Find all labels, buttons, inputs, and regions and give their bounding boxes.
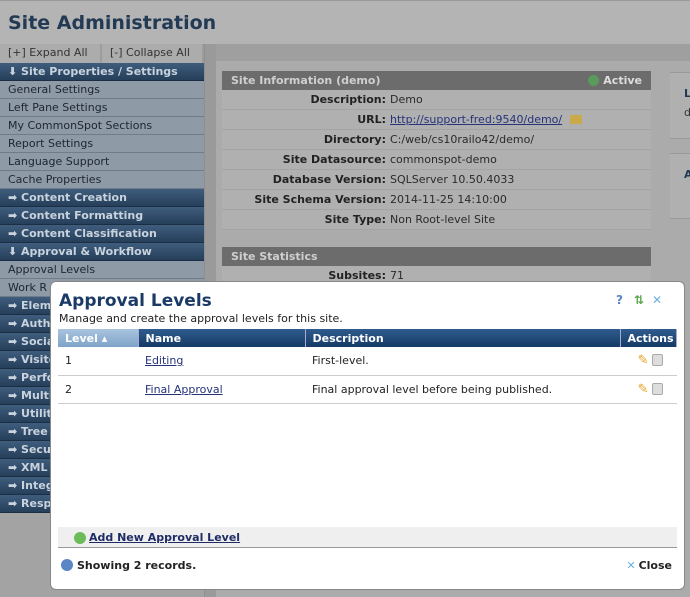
sidebar-section[interactable]: ⬇ Approval & Workflow bbox=[0, 243, 204, 261]
info-label: Site Schema Version: bbox=[254, 193, 386, 206]
site-info-title: Site Information (demo) bbox=[231, 74, 381, 87]
sidebar-item[interactable]: Language Support bbox=[0, 153, 204, 171]
edit-pencil-icon[interactable]: ✎ bbox=[638, 353, 649, 368]
info-value: SQLServer 10.50.4033 bbox=[390, 173, 515, 186]
info-label: URL: bbox=[357, 113, 386, 126]
record-count: Showing 2 records. bbox=[61, 559, 196, 572]
level-cell: 2 bbox=[58, 375, 138, 404]
level-name-link[interactable]: Final Approval bbox=[145, 383, 223, 396]
level-cell: 1 bbox=[58, 347, 138, 376]
sidebar-item[interactable]: Report Settings bbox=[0, 135, 204, 153]
add-bar: Add New Approval Level bbox=[58, 527, 677, 548]
info-row: Site Datasource: commonspot-demo bbox=[222, 150, 651, 170]
close-icon[interactable]: ✕ bbox=[652, 294, 664, 306]
refresh-icon[interactable]: ⇅ bbox=[634, 294, 646, 306]
description-cell: First-level. bbox=[305, 347, 620, 376]
right-panel: Ld bbox=[670, 72, 690, 139]
add-approval-level-link[interactable]: Add New Approval Level bbox=[89, 531, 240, 544]
expand-all-button[interactable]: [+] Expand All bbox=[0, 44, 102, 63]
header: Site Administration bbox=[0, 0, 690, 44]
column-level[interactable]: Level ▴ bbox=[58, 329, 139, 347]
site-info-panel: Site Information (demo) Active Descripti… bbox=[222, 71, 651, 230]
info-row: URL: http://support-fred:9540/demo/ bbox=[222, 110, 651, 130]
close-button[interactable]: ✕ Close bbox=[626, 559, 672, 572]
site-url-link[interactable]: http://support-fred:9540/demo/ bbox=[390, 113, 562, 126]
table-row: 1 Editing First-level. ✎ bbox=[58, 347, 677, 376]
sidebar-item[interactable]: General Settings bbox=[0, 81, 204, 99]
info-value: Demo bbox=[390, 93, 423, 106]
site-stats-title: Site Statistics bbox=[231, 250, 318, 263]
info-label: Description: bbox=[310, 93, 386, 106]
collapse-all-button[interactable]: [-] Collapse All bbox=[102, 44, 204, 63]
info-label: Database Version: bbox=[272, 173, 386, 186]
info-label: Site Datasource: bbox=[282, 153, 386, 166]
column-actions: Actions bbox=[620, 329, 677, 347]
sidebar-section[interactable]: ➡ Content Classification bbox=[0, 225, 204, 243]
approval-levels-dialog: Approval Levels Manage and create the ap… bbox=[50, 281, 685, 590]
status-badge: Active bbox=[588, 74, 642, 87]
dialog-subtitle: Manage and create the approval levels fo… bbox=[59, 312, 343, 325]
info-value: 2014-11-25 14:10:00 bbox=[390, 193, 507, 206]
info-row: Directory: C:/web/cs10railo42/demo/ bbox=[222, 130, 651, 150]
table-row: 2 Final Approval Final approval level befo… bbox=[58, 375, 677, 404]
info-label: Site Type: bbox=[324, 213, 386, 226]
page-title: Site Administration bbox=[8, 12, 217, 34]
info-row: Site Schema Version: 2014-11-25 14:10:00 bbox=[222, 190, 651, 210]
folder-icon[interactable] bbox=[570, 115, 583, 124]
approval-levels-table: Level ▴ Name Description Actions 1 Editin… bbox=[58, 329, 677, 404]
info-value: Non Root-level Site bbox=[390, 213, 496, 226]
close-x-icon: ✕ bbox=[626, 559, 636, 572]
info-icon bbox=[61, 559, 73, 571]
sidebar-item[interactable]: Left Pane Settings bbox=[0, 99, 204, 117]
sidebar-section[interactable]: ➡ Content Formatting bbox=[0, 207, 204, 225]
sidebar-section[interactable]: ⬇ Site Properties / Settings bbox=[0, 63, 204, 81]
info-row: Site Type: Non Root-level Site bbox=[222, 210, 651, 230]
info-label: Directory: bbox=[323, 133, 386, 146]
sidebar-section[interactable]: ➡ Content Creation bbox=[0, 189, 204, 207]
add-icon[interactable] bbox=[74, 532, 86, 544]
level-name-link[interactable]: Editing bbox=[145, 354, 183, 367]
right-panel-2: A bbox=[670, 153, 690, 219]
check-circle-icon bbox=[588, 75, 600, 86]
info-value: C:/web/cs10railo42/demo/ bbox=[390, 133, 535, 146]
lock-icon[interactable] bbox=[651, 354, 663, 367]
dialog-title: Approval Levels bbox=[59, 291, 212, 311]
sidebar-item[interactable]: Cache Properties bbox=[0, 171, 204, 189]
info-value: commonspot-demo bbox=[390, 153, 497, 166]
description-cell: Final approval level before being publis… bbox=[305, 375, 620, 404]
sidebar-item[interactable]: Approval Levels bbox=[0, 261, 204, 279]
help-icon[interactable]: ? bbox=[616, 294, 628, 306]
column-description[interactable]: Description bbox=[305, 329, 621, 347]
sidebar-item[interactable]: My CommonSpot Sections bbox=[0, 117, 204, 135]
lock-icon[interactable] bbox=[651, 382, 663, 395]
info-row: Description: Demo bbox=[222, 90, 651, 110]
info-row: Database Version: SQLServer 10.50.4033 bbox=[222, 170, 651, 190]
column-name[interactable]: Name bbox=[138, 329, 306, 347]
edit-pencil-icon[interactable]: ✎ bbox=[638, 382, 649, 397]
